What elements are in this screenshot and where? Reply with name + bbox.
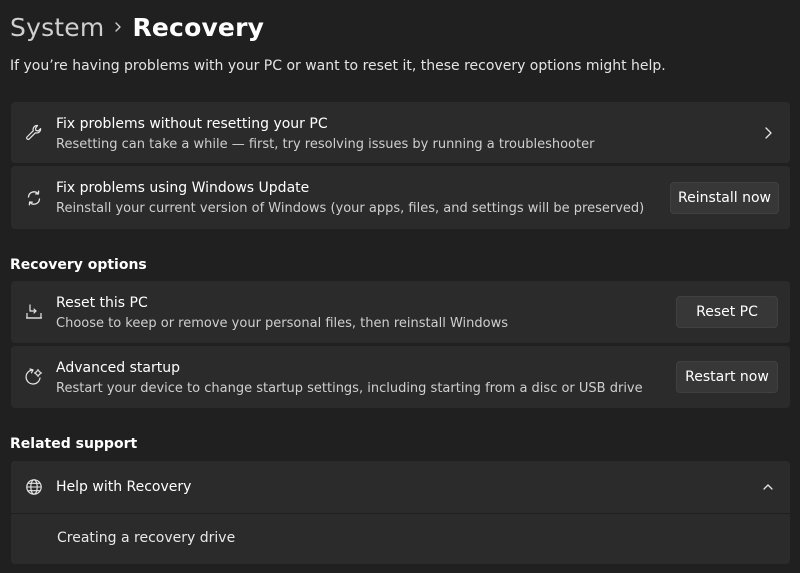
help-with-recovery-header[interactable]: Help with Recovery — [11, 461, 790, 513]
related-support-heading: Related support — [10, 436, 138, 452]
windows-update-title: Fix problems using Windows Update — [56, 180, 310, 196]
reset-pc-title: Reset this PC — [56, 295, 148, 311]
advanced-startup-desc: Restart your device to change startup se… — [56, 381, 643, 396]
help-with-recovery-title: Help with Recovery — [56, 479, 192, 495]
fix-without-reset-desc: Resetting can take a while — first, try … — [56, 137, 595, 152]
intro-text: If you’re having problems with your PC o… — [10, 58, 666, 74]
globe-icon — [24, 477, 44, 497]
chevron-right-icon — [760, 125, 776, 141]
advanced-startup-card: Advanced startup Restart your device to … — [11, 346, 790, 408]
page-title: Recovery — [132, 12, 265, 42]
reset-pc-card: Reset this PC Choose to keep or remove y… — [11, 281, 790, 343]
reset-pc-icon — [24, 302, 44, 322]
divider — [11, 513, 790, 514]
refresh-icon — [24, 188, 44, 208]
reset-pc-button[interactable]: Reset PC — [676, 296, 778, 328]
breadcrumb: System Recovery — [10, 9, 264, 45]
advanced-startup-icon — [24, 367, 44, 387]
creating-recovery-drive-link[interactable]: Creating a recovery drive — [57, 530, 235, 546]
windows-update-card: Fix problems using Windows Update Reinst… — [11, 166, 790, 229]
reset-pc-desc: Choose to keep or remove your personal f… — [56, 316, 508, 331]
fix-without-reset-card[interactable]: Fix problems without resetting your PC R… — [11, 102, 790, 163]
advanced-startup-title: Advanced startup — [56, 360, 180, 376]
fix-without-reset-title: Fix problems without resetting your PC — [56, 116, 328, 132]
windows-update-desc: Reinstall your current version of Window… — [56, 201, 645, 216]
restart-now-button[interactable]: Restart now — [676, 361, 778, 393]
wrench-icon — [24, 123, 44, 143]
help-with-recovery-card: Help with Recovery Creating a recovery d… — [11, 461, 790, 564]
chevron-right-icon — [104, 9, 132, 45]
chevron-up-icon — [760, 479, 776, 495]
breadcrumb-system[interactable]: System — [10, 13, 104, 42]
reinstall-now-button[interactable]: Reinstall now — [670, 181, 779, 214]
recovery-settings-page: System Recovery If you’re having problem… — [0, 0, 800, 573]
recovery-options-heading: Recovery options — [10, 257, 147, 273]
